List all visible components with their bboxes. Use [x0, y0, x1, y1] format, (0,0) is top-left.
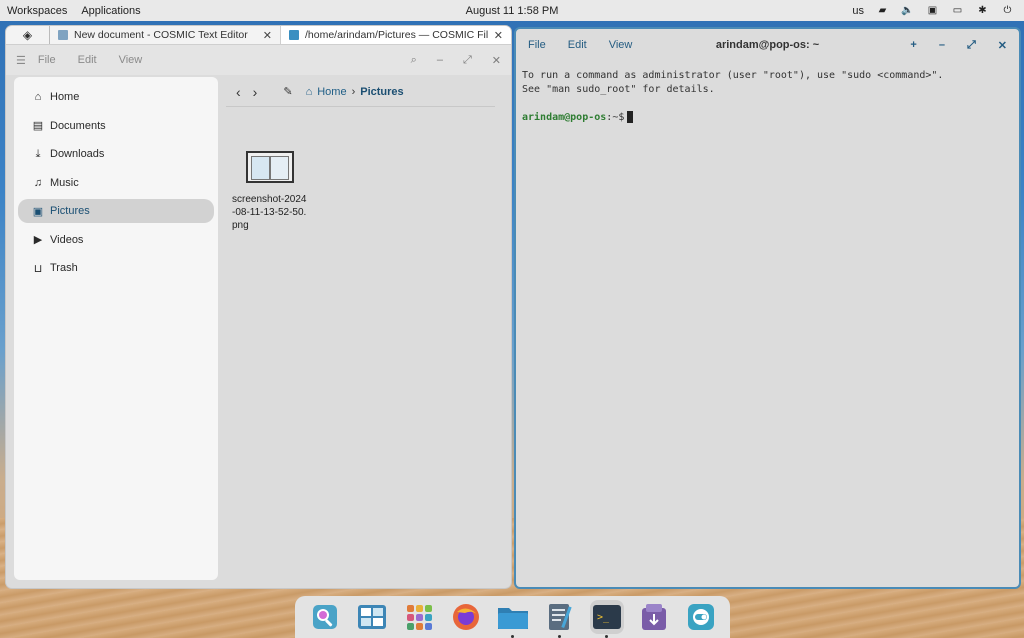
sidebar-toggle-icon[interactable]: ☰ [16, 54, 26, 67]
tab-files[interactable]: /home/arindam/Pictures — COSMIC Files ✕ [280, 26, 511, 44]
new-tab-icon[interactable]: + [910, 39, 916, 52]
documents-icon: ▤ [32, 120, 44, 132]
breadcrumb-current[interactable]: Pictures [360, 86, 403, 98]
breadcrumb: ✎ ⌂ Home › Pictures [283, 85, 403, 99]
maximize-icon[interactable]: ⤢ [967, 39, 976, 52]
text-editor-icon[interactable] [543, 600, 577, 638]
menu-view[interactable]: View [119, 54, 143, 66]
svg-text:>_: >_ [597, 612, 610, 623]
text-editor-icon [58, 30, 68, 40]
close-icon[interactable]: ✕ [998, 39, 1007, 52]
files-window: ◈ New document - COSMIC Text Editor ✕ /h… [6, 26, 511, 588]
home-icon: ⌂ [34, 91, 42, 103]
minimize-icon[interactable]: – [437, 54, 443, 66]
app-grid-icon[interactable] [402, 600, 436, 634]
videos-icon: ▶ [33, 234, 43, 246]
launcher-icon[interactable] [308, 600, 342, 634]
files-icon[interactable] [496, 600, 530, 638]
sidebar-item-label: Music [50, 176, 79, 189]
terminal-prompt: arindam@pop-os:~$ [522, 111, 1013, 125]
settings-icon[interactable] [684, 600, 718, 634]
sidebar-item-music[interactable]: ♫ Music [18, 171, 214, 195]
terminal-line: To run a command as administrator (user … [522, 70, 944, 81]
sidebar-item-label: Videos [50, 233, 84, 246]
power-icon[interactable]: ⏻ [1001, 5, 1014, 16]
pictures-icon: ▣ [32, 205, 44, 218]
sidebar-item-label: Home [50, 91, 80, 103]
files-content: ‹ › ✎ ⌂ Home › Pictures screenshot-2024-… [226, 77, 501, 580]
window-stack-tabs: ◈ New document - COSMIC Text Editor ✕ /h… [6, 26, 511, 45]
sidebar-item-label: Pictures [50, 205, 90, 217]
terminal-icon[interactable]: >_ [589, 600, 624, 638]
prompt-path: :~$ [606, 112, 625, 123]
sidebar-item-label: Documents [50, 119, 106, 132]
workspaces-icon[interactable] [355, 600, 389, 634]
sidebar-item-label: Downloads [50, 148, 105, 160]
terminal-output[interactable]: To run a command as administrator (user … [516, 61, 1019, 133]
file-item[interactable]: screenshot-2024-08-11-13-52-50.png [232, 151, 308, 232]
workspaces-button[interactable]: Workspaces [7, 5, 67, 17]
trash-icon: ⊔ [33, 262, 43, 275]
menu-file[interactable]: File [528, 39, 546, 51]
terminal-window: File Edit View arindam@pop-os: ~ + – ⤢ ✕… [514, 27, 1021, 589]
store-icon[interactable] [637, 600, 671, 634]
forward-icon[interactable]: › [253, 84, 258, 100]
firefox-icon[interactable] [449, 600, 483, 634]
edit-path-icon[interactable]: ✎ [283, 85, 292, 98]
back-icon[interactable]: ‹ [236, 84, 241, 100]
bluetooth-icon[interactable]: ✱ [976, 5, 989, 16]
music-icon: ♫ [33, 176, 43, 189]
notifications-icon[interactable]: ▣ [926, 5, 939, 16]
chevron-right-icon: › [351, 85, 356, 98]
battery-icon[interactable]: ▭ [951, 5, 964, 16]
clock[interactable]: August 11 1:58 PM [466, 5, 559, 17]
tab-text-editor[interactable]: New document - COSMIC Text Editor ✕ [50, 26, 280, 44]
close-icon[interactable]: ✕ [492, 54, 501, 67]
sidebar-item-downloads[interactable]: ⤓ Downloads [18, 142, 214, 166]
sidebar-item-trash[interactable]: ⊔ Trash [18, 256, 214, 280]
volume-icon[interactable]: 🔈 [901, 5, 914, 16]
menu-file[interactable]: File [38, 54, 56, 66]
downloads-icon: ⤓ [35, 147, 41, 160]
sidebar-item-documents[interactable]: ▤ Documents [18, 114, 214, 138]
close-icon[interactable]: ✕ [494, 29, 503, 42]
file-name: screenshot-2024-08-11-13-52-50.png [232, 194, 307, 231]
home-icon: ⌂ [305, 85, 313, 98]
files-header: ☰ File Edit View ⌕ – ⤢ ✕ [6, 45, 511, 75]
sidebar-item-home[interactable]: ⌂ Home [18, 85, 214, 109]
sidebar-item-videos[interactable]: ▶ Videos [18, 228, 214, 252]
maximize-icon[interactable]: ⤢ [463, 54, 472, 67]
close-icon[interactable]: ✕ [263, 29, 272, 42]
sidebar-item-pictures[interactable]: ▣ Pictures [18, 199, 214, 223]
prompt-user: arindam@pop-os [522, 112, 607, 123]
terminal-line: See "man sudo_root" for details. [522, 84, 715, 95]
stack-icon[interactable]: ◈ [6, 26, 50, 44]
menu-view[interactable]: View [609, 39, 633, 51]
files-sidebar: ⌂ Home ▤ Documents ⤓ Downloads ♫ Music ▣… [14, 77, 218, 580]
navigation-bar: ‹ › ✎ ⌂ Home › Pictures [226, 77, 495, 107]
network-icon[interactable]: ▰ [876, 5, 889, 16]
applications-button[interactable]: Applications [81, 5, 140, 17]
tab-label: New document - COSMIC Text Editor [74, 29, 248, 41]
terminal-header: File Edit View arindam@pop-os: ~ + – ⤢ ✕ [516, 29, 1019, 61]
top-panel: Workspaces Applications August 11 1:58 P… [0, 0, 1024, 21]
search-icon[interactable]: ⌕ [411, 54, 417, 67]
dock: >_ [295, 596, 730, 638]
breadcrumb-home[interactable]: Home [317, 86, 346, 98]
minimize-icon[interactable]: – [939, 39, 945, 52]
tab-label: /home/arindam/Pictures — COSMIC Files [305, 29, 488, 41]
menu-edit[interactable]: Edit [568, 39, 587, 51]
menu-edit[interactable]: Edit [78, 54, 97, 66]
sidebar-item-label: Trash [50, 262, 78, 274]
text-cursor [627, 111, 634, 123]
folder-icon [289, 30, 299, 40]
keyboard-layout[interactable]: us [852, 5, 864, 17]
image-thumbnail [246, 151, 294, 183]
